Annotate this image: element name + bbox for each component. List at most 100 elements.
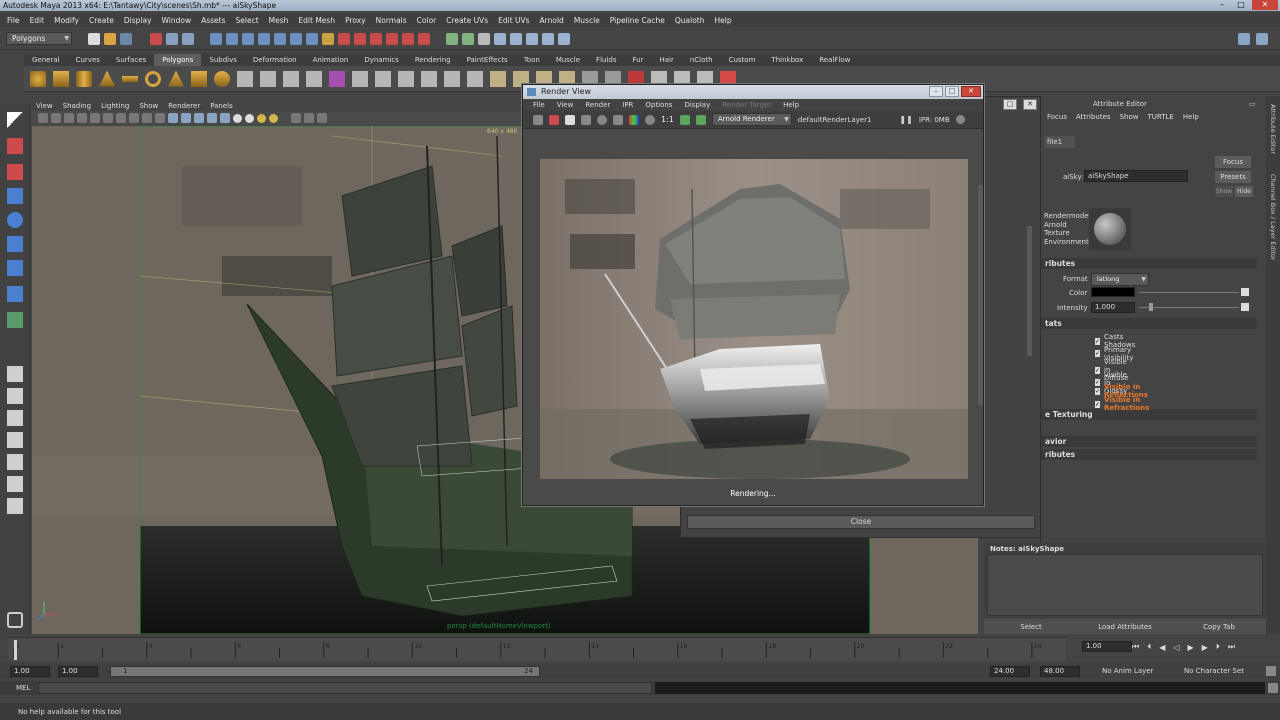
shelf-tab[interactable]: RealFlow	[811, 54, 858, 66]
shelf-tab[interactable]: Animation	[305, 54, 357, 66]
persp-graph-layout-icon[interactable]	[7, 432, 23, 448]
section-attributes[interactable]: ributes	[1041, 258, 1257, 269]
snap-surface-icon[interactable]	[274, 32, 286, 45]
renderer-dropdown[interactable]: Arnold Renderer ▼	[711, 113, 792, 126]
lasso-tool-icon[interactable]	[7, 138, 23, 154]
checkbox-icon[interactable]: ✓	[1095, 387, 1101, 395]
append-icon[interactable]	[398, 70, 414, 87]
poly-cone-icon[interactable]	[99, 70, 115, 87]
range-bar[interactable]: 1 24	[110, 666, 540, 677]
intensity-field[interactable]: 1.000	[1091, 302, 1135, 313]
render-view-menu-item[interactable]: Render Target	[722, 101, 771, 109]
keep-image-icon[interactable]	[679, 114, 690, 125]
move-tool-icon[interactable]	[7, 188, 23, 204]
menu-item[interactable]: Arnold	[540, 16, 564, 25]
film-gate-icon[interactable]	[103, 113, 113, 123]
use-all-lights-icon[interactable]	[233, 113, 242, 123]
snap-curve-icon[interactable]	[226, 32, 238, 45]
show-button[interactable]: Show	[1215, 186, 1233, 197]
menu-item[interactable]: Muscle	[574, 16, 600, 25]
pause-ipr-icon[interactable]: ❚❚	[899, 115, 912, 124]
shelf-tab[interactable]: Thinkbox	[763, 54, 811, 66]
menu-item[interactable]: Help	[714, 16, 731, 25]
hypershade-layout-icon[interactable]	[7, 454, 23, 470]
remove-image-icon[interactable]	[695, 114, 706, 125]
ratio-label[interactable]: 1:1	[661, 115, 674, 124]
ae-menu-item[interactable]: Attributes	[1076, 113, 1111, 121]
menu-item[interactable]: Window	[162, 16, 192, 25]
render-settings-icon[interactable]	[370, 32, 382, 45]
intensity-map-button[interactable]	[1241, 303, 1249, 311]
grid-icon[interactable]	[90, 113, 100, 123]
shelf-tab[interactable]: Subdivs	[201, 54, 245, 66]
shelf-tab[interactable]: nCloth	[682, 54, 721, 66]
menu-item[interactable]: Edit Mesh	[298, 16, 335, 25]
ae-menu-item[interactable]: Help	[1183, 113, 1199, 121]
notes-field[interactable]	[987, 554, 1263, 616]
open-scene-icon[interactable]	[104, 32, 116, 45]
mel-script-editor-icon[interactable]	[7, 612, 23, 628]
bookmark-icon[interactable]	[64, 113, 74, 123]
maximize-button[interactable]: □	[1233, 0, 1249, 10]
camera-select-icon[interactable]	[38, 113, 48, 123]
shelf-tab[interactable]: Deformation	[245, 54, 305, 66]
menu-item[interactable]: Mesh	[269, 16, 289, 25]
intensity-slider[interactable]	[1139, 307, 1239, 308]
rgb-channels-icon[interactable]	[629, 114, 639, 125]
playback-start-field[interactable]: 1.00	[58, 666, 98, 677]
construction-history-icon[interactable]	[306, 32, 318, 45]
viewport-menu-item[interactable]: Renderer	[168, 102, 200, 110]
viewport-menu-item[interactable]: View	[36, 102, 53, 110]
persp-outliner-layout-icon[interactable]	[7, 410, 23, 426]
select-object-icon[interactable]	[166, 32, 178, 45]
rotate-tool-icon[interactable]	[7, 212, 23, 228]
menu-item[interactable]: Edit UVs	[498, 16, 529, 25]
hypershade-icon[interactable]	[386, 32, 398, 45]
shelf-tab[interactable]: Surfaces	[108, 54, 154, 66]
material-swatch[interactable]	[1089, 208, 1131, 250]
bevel-icon[interactable]	[490, 70, 506, 87]
safe-action-icon[interactable]	[155, 113, 165, 123]
menu-item[interactable]: Select	[236, 16, 259, 25]
history-icon[interactable]	[290, 32, 302, 45]
node-name-field[interactable]: aiSkyShape	[1084, 170, 1188, 182]
shelf-tab[interactable]: Hair	[651, 54, 681, 66]
rv-close-button[interactable]: ✕	[961, 86, 981, 97]
lock-icon[interactable]	[322, 32, 334, 45]
snap-plane-icon[interactable]	[258, 32, 270, 45]
menu-item[interactable]: Modify	[54, 16, 79, 25]
go-to-start-icon[interactable]: ⏮	[1132, 642, 1139, 652]
ipr-render-icon[interactable]	[354, 32, 366, 45]
menu-item[interactable]: Pipeline Cache	[610, 16, 665, 25]
motion-blur-icon[interactable]	[269, 113, 278, 123]
play-backwards-icon[interactable]: ◁	[1173, 643, 1179, 652]
panel-layout-alt-icon[interactable]	[1256, 33, 1268, 45]
hide-button[interactable]: Hide	[1235, 186, 1253, 197]
ae-menu-item[interactable]: Show	[1120, 113, 1139, 121]
extract-icon[interactable]	[283, 70, 299, 87]
xray-icon[interactable]	[207, 113, 217, 123]
focus-button[interactable]: Focus	[1215, 156, 1251, 168]
poly-sphere-icon[interactable]	[30, 70, 46, 87]
separate-icon[interactable]	[260, 70, 276, 87]
rv-maximize-button[interactable]: □	[945, 86, 959, 97]
shelf-tab[interactable]: Dynamics	[356, 54, 407, 66]
ae-float-icon[interactable]: ▭	[1249, 100, 1256, 108]
poly-pipe-icon[interactable]	[191, 70, 207, 87]
checkbox-row[interactable]: ✓ Visible in Refractions	[1095, 396, 1151, 412]
layer-editor-icon[interactable]	[526, 32, 538, 45]
go-to-end-icon[interactable]: ⏭	[1228, 642, 1235, 652]
step-back-key-icon[interactable]: ⏴	[1147, 642, 1151, 652]
menu-item[interactable]: Proxy	[345, 16, 366, 25]
insert-edge-loop-icon[interactable]	[444, 70, 460, 87]
tab-attribute-editor[interactable]: Attribute Editor	[1269, 104, 1277, 154]
channel-box-icon[interactable]	[510, 32, 522, 45]
script-editor-icon[interactable]	[1268, 683, 1278, 693]
shelf-tab[interactable]: Rendering	[407, 54, 459, 66]
menu-item[interactable]: Edit	[30, 16, 45, 25]
select-tool-icon[interactable]	[7, 112, 23, 128]
wireframe-on-shaded-icon[interactable]	[194, 113, 204, 123]
menu-item[interactable]: File	[7, 16, 20, 25]
checkbox-icon[interactable]: ✓	[1095, 350, 1101, 358]
mode-selector[interactable]: Polygons ▼	[6, 32, 72, 45]
